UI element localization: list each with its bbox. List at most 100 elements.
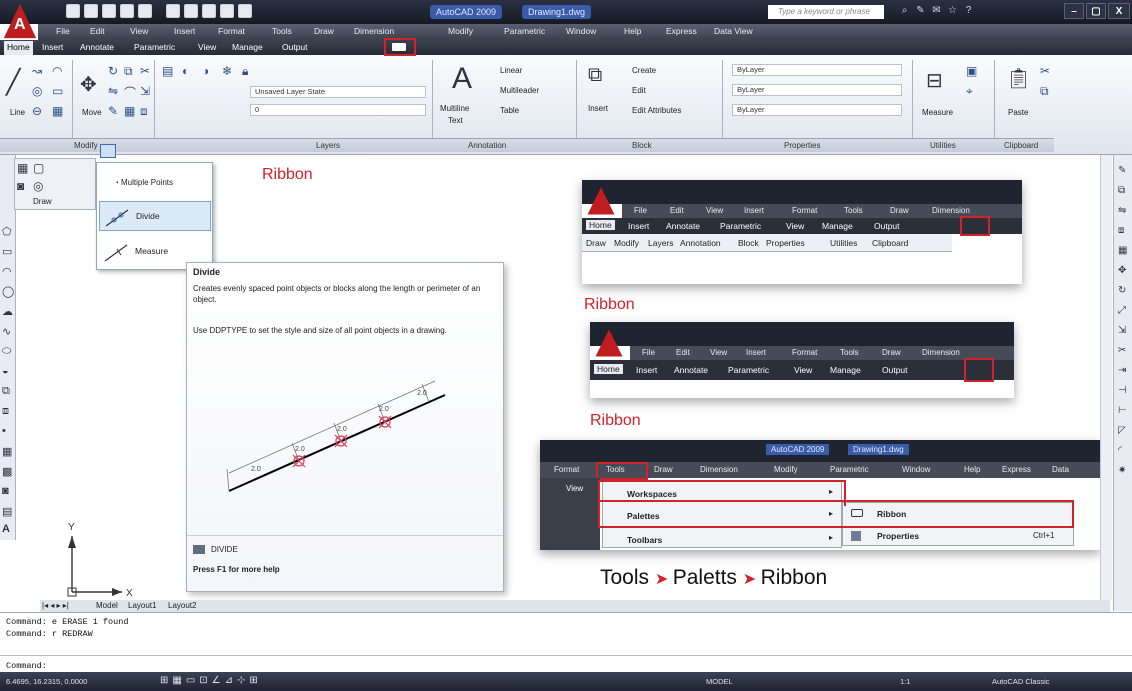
tab-output[interactable]: Output	[282, 42, 308, 52]
color-select[interactable]: ByLayer	[732, 64, 902, 76]
scale-tool-icon[interactable]: ⤢	[1118, 305, 1126, 316]
multiple-points-item[interactable]: · Multiple Points	[99, 167, 211, 197]
ribbon-minimize-icon[interactable]	[392, 43, 406, 51]
offset-tool-icon[interactable]: ⧈	[1118, 225, 1124, 236]
workspace-switch[interactable]: AutoCAD Classic	[992, 677, 1050, 686]
redo-icon[interactable]	[138, 4, 152, 18]
panel-annotation[interactable]: Annotation	[468, 141, 506, 150]
tab-layout2[interactable]: Layout2	[168, 601, 196, 610]
point-tool-icon[interactable]: •	[2, 425, 6, 437]
edit-block-button[interactable]: Edit	[632, 86, 646, 95]
panel-utilities[interactable]: Utilities	[930, 141, 956, 150]
menu-insert[interactable]: Insert	[174, 26, 195, 36]
publish-icon[interactable]	[184, 4, 198, 18]
command-window[interactable]: Command: e ERASE 1 found Command: r REDR…	[0, 612, 1132, 672]
tab-parametric[interactable]: Parametric	[134, 42, 175, 52]
stretch-icon[interactable]: ⇲	[140, 84, 150, 98]
tab-annotate[interactable]: Annotate	[80, 42, 114, 52]
copy-tool-icon[interactable]: ⧉	[1118, 185, 1125, 196]
line-icon[interactable]: ╱	[6, 68, 20, 97]
search-input[interactable]: Type a keyword or phrase	[768, 5, 884, 19]
layer-isolate-icon[interactable]: ◑	[202, 64, 209, 78]
array-icon[interactable]: ▦	[124, 104, 135, 118]
new-icon[interactable]	[66, 4, 80, 18]
panel-block[interactable]: Block	[632, 141, 652, 150]
edit-attributes-button[interactable]: Edit Attributes	[632, 106, 681, 115]
layer-select[interactable]: 0	[250, 104, 426, 116]
erase-icon[interactable]: ✎	[108, 104, 118, 118]
dropdown-icon[interactable]	[238, 4, 252, 18]
tab-layout1[interactable]: Layout1	[128, 601, 156, 610]
maximize-button[interactable]: ▢	[1086, 3, 1106, 19]
fillet-tool-icon[interactable]: ◜	[1118, 445, 1122, 456]
panel-properties[interactable]: Properties	[784, 141, 820, 150]
menu-dataview[interactable]: Data View	[714, 26, 753, 36]
save-icon[interactable]	[102, 4, 116, 18]
annotation-scale[interactable]: 1:1	[900, 677, 910, 686]
paste-label[interactable]: Paste	[1008, 108, 1028, 117]
binoculars-icon[interactable]: ⌕	[898, 5, 911, 18]
ellipse-tool-icon[interactable]: ⬭	[2, 345, 11, 358]
menu-modify[interactable]: Modify	[448, 26, 473, 36]
create-block-button[interactable]: Create	[632, 66, 656, 75]
hatch-tool-icon[interactable]: ▦	[2, 445, 12, 458]
tab-view[interactable]: View	[198, 42, 216, 52]
text-label[interactable]: Text	[448, 116, 463, 125]
region-tool-icon[interactable]: ◙	[2, 485, 9, 497]
polyline-icon[interactable]: ↝	[32, 64, 42, 78]
lineweight-select[interactable]: ByLayer	[732, 104, 902, 116]
table-tool-icon[interactable]: ▤	[2, 505, 12, 518]
layout-nav-icon[interactable]: |◂ ◂ ▸ ▸|	[42, 601, 69, 610]
cut-icon[interactable]: ✂	[1040, 64, 1050, 78]
menu-parametric[interactable]: Parametric	[504, 26, 545, 36]
fillet-icon[interactable]: ⌒	[124, 84, 136, 101]
panel-modify[interactable]: Modify	[74, 141, 98, 150]
trim-tool-icon[interactable]: ✂	[1118, 345, 1126, 356]
insert-tool-icon[interactable]: ⧉	[2, 385, 10, 398]
menu-format[interactable]: Format	[218, 26, 245, 36]
layer-lock-icon[interactable]: 🔒︎	[242, 64, 248, 79]
measure-icon[interactable]: ⊟	[926, 68, 943, 93]
copy-clip-icon[interactable]: ⧉	[1040, 84, 1049, 99]
tab-home[interactable]: Home	[4, 41, 33, 55]
rotate-icon[interactable]: ↻	[108, 64, 118, 78]
join-tool-icon[interactable]: ⊢	[1118, 405, 1127, 416]
menu-window[interactable]: Window	[566, 26, 596, 36]
mirror-tool-icon[interactable]: ⇋	[1118, 205, 1126, 216]
communication-icon[interactable]: ✉	[930, 5, 943, 18]
menu-help[interactable]: Help	[624, 26, 641, 36]
measure-label[interactable]: Measure	[922, 108, 953, 117]
donut-icon[interactable]: ◎	[33, 179, 43, 193]
vertical-scrollbar[interactable]	[1100, 155, 1112, 600]
layer-properties-icon[interactable]: ▤	[162, 64, 173, 78]
erase-tool-icon[interactable]: ✎	[1118, 165, 1126, 176]
move-label[interactable]: Move	[82, 108, 102, 117]
tab-insert[interactable]: Insert	[42, 42, 63, 52]
circle-tool-icon[interactable]: ◯	[2, 285, 14, 298]
layer-state-select[interactable]: Unsaved Layer State	[250, 86, 426, 98]
table-button[interactable]: Table	[500, 106, 519, 115]
menu-file[interactable]: File	[56, 26, 70, 36]
insert-block-icon[interactable]: ⧉	[588, 64, 602, 87]
copy-icon[interactable]: ⧉	[124, 64, 133, 79]
line-label[interactable]: Line	[10, 108, 25, 117]
menu-edit[interactable]: Edit	[90, 26, 105, 36]
mtext-tool-icon[interactable]: A	[2, 523, 10, 535]
model-button[interactable]: MODEL	[706, 677, 733, 686]
menu-tools[interactable]: Tools	[272, 26, 292, 36]
move-icon[interactable]: ✥	[80, 72, 97, 97]
panel-layers[interactable]: Layers	[316, 141, 340, 150]
array-tool-icon[interactable]: ▦	[1118, 245, 1127, 256]
mirror-icon[interactable]: ⇋	[108, 84, 118, 98]
ellipse-icon[interactable]: ⊖	[32, 104, 42, 118]
trim-icon[interactable]: ✂	[140, 64, 150, 78]
menu-dimension[interactable]: Dimension	[354, 26, 394, 36]
multileader-button[interactable]: Multileader	[500, 86, 539, 95]
draw-panel-label[interactable]: Draw	[33, 197, 52, 206]
explode-tool-icon[interactable]: ✷	[1118, 465, 1126, 476]
properties-icon[interactable]	[202, 4, 216, 18]
undo-icon[interactable]	[120, 4, 134, 18]
help-icon[interactable]: ?	[962, 5, 975, 18]
move-tool-icon[interactable]: ✥	[1118, 265, 1126, 276]
point-dropdown-icon[interactable]	[100, 144, 116, 158]
